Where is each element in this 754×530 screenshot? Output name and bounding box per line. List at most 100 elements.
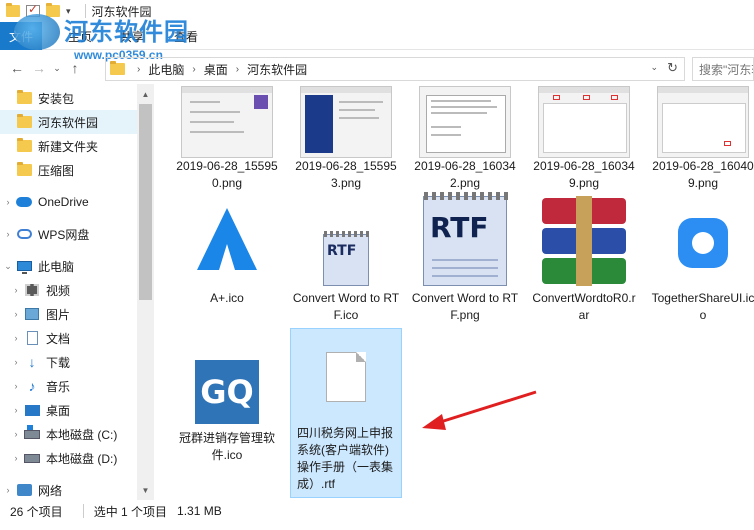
- sidebar-item-this-pc[interactable]: ⌄ 此电脑: [0, 254, 137, 278]
- file-item[interactable]: GQ 冠群进销存管理软件.ico: [171, 354, 283, 464]
- file-item[interactable]: 2019-06-28_155950.png: [171, 86, 283, 192]
- recent-locations-chevron-icon[interactable]: ⌄: [50, 57, 64, 79]
- expand-chevron-icon[interactable]: ›: [8, 453, 24, 463]
- scroll-up-icon[interactable]: ▲: [137, 86, 154, 102]
- sidebar-item-label: OneDrive: [38, 195, 89, 209]
- scroll-down-icon[interactable]: ▼: [137, 482, 154, 498]
- sidebar-item-label: 文档: [46, 331, 71, 346]
- file-item[interactable]: 2019-06-28_160409.png: [647, 86, 754, 192]
- sidebar-item-wps-cloud[interactable]: › WPS网盘: [0, 222, 137, 246]
- address-dropdown-chevron-icon[interactable]: ⌄: [650, 62, 658, 73]
- network-icon: [16, 483, 32, 497]
- file-item-selected[interactable]: 四川税务网上申报系统(客户端软件)操作手册（一表集成）.rtf: [290, 328, 402, 498]
- sidebar-item-onedrive[interactable]: › OneDrive: [0, 190, 137, 214]
- selection-size: 1.31 MB: [177, 504, 222, 518]
- file-item[interactable]: 2019-06-28_160342.png: [409, 86, 521, 192]
- sidebar-item-label: 下载: [46, 355, 71, 370]
- breadcrumb-current-folder[interactable]: 河东软件园: [247, 61, 307, 78]
- screenshot-thumbnail: [419, 86, 511, 158]
- expand-chevron-icon[interactable]: ›: [0, 485, 16, 495]
- file-name: 2019-06-28_155953.png: [295, 159, 397, 190]
- sidebar-item-drive-c[interactable]: › 本地磁盘 (C:): [0, 422, 137, 446]
- up-arrow-icon[interactable]: ↑: [64, 57, 86, 79]
- sidebar-item-label: 安装包: [38, 91, 75, 106]
- sidebar-item-pictures[interactable]: › 图片: [0, 302, 137, 326]
- sidebar-item-label: 河东软件园: [38, 115, 99, 130]
- breadcrumb-separator[interactable]: ›: [236, 64, 239, 75]
- file-item[interactable]: TogetherShareUI.ico: [647, 196, 754, 324]
- back-arrow-icon[interactable]: ←: [6, 57, 28, 79]
- folder-icon: [16, 90, 32, 105]
- file-item[interactable]: ConvertWordtoR0.rar: [528, 196, 640, 324]
- breadcrumb-separator[interactable]: ›: [192, 64, 195, 75]
- file-item[interactable]: RTF Convert Word to RTF.png: [409, 192, 521, 324]
- expand-chevron-icon[interactable]: ›: [8, 285, 24, 295]
- item-count: 26 个项目: [10, 504, 63, 519]
- togethershare-app-icon: [678, 218, 728, 268]
- watermark-title: 河东软件园: [64, 18, 189, 46]
- sidebar-item-downloads[interactable]: › ↓ 下载: [0, 350, 137, 374]
- expand-chevron-icon[interactable]: ›: [8, 357, 24, 367]
- sidebar-item-documents[interactable]: › 文档: [0, 326, 137, 350]
- file-name: A+.ico: [210, 291, 244, 305]
- gq-app-icon: GQ: [195, 360, 259, 424]
- sidebar-item-videos[interactable]: › 视频: [0, 278, 137, 302]
- status-separator: [82, 504, 84, 518]
- sidebar-item-music[interactable]: › ♪ 音乐: [0, 374, 137, 398]
- search-input[interactable]: 搜索"河东软件园": [692, 57, 754, 81]
- breadcrumb-separator[interactable]: ›: [137, 64, 140, 75]
- expand-chevron-icon[interactable]: ›: [8, 333, 24, 343]
- sidebar-item-label: 网络: [38, 483, 63, 498]
- sidebar-scrollbar[interactable]: ▲ ▼: [137, 84, 154, 500]
- breadcrumb-desktop[interactable]: 桌面: [204, 61, 228, 78]
- quick-access-folder-icon[interactable]: [6, 3, 20, 17]
- sidebar-item-label: 新建文件夹: [38, 139, 99, 154]
- sidebar-item-network[interactable]: › 网络: [0, 478, 137, 502]
- sidebar-item-label: 本地磁盘 (C:): [46, 427, 118, 442]
- address-bar[interactable]: › 此电脑 › 桌面 › 河东软件园 ⌄ ↻: [105, 57, 685, 81]
- expand-chevron-icon[interactable]: ›: [0, 197, 16, 207]
- scrollbar-thumb[interactable]: [139, 104, 152, 300]
- wps-cloud-icon: [16, 227, 32, 241]
- music-icon: ♪: [28, 378, 36, 394]
- video-icon: [24, 283, 40, 297]
- selection-count: 选中 1 个项目: [93, 504, 168, 519]
- file-item[interactable]: 2019-06-28_155953.png: [290, 86, 402, 192]
- expand-chevron-icon[interactable]: ›: [8, 405, 24, 415]
- sidebar-item-compressed-images[interactable]: 压缩图: [0, 158, 137, 182]
- file-item[interactable]: A+.ico: [171, 196, 283, 307]
- thumb-frame: GQ: [171, 354, 283, 430]
- screenshot-thumbnail: [538, 86, 630, 158]
- file-name: 冠群进销存管理软件.ico: [178, 431, 275, 462]
- rtf-notepad-icon: RTF: [323, 231, 370, 286]
- status-bar: 26 个项目 选中 1 个项目 1.31 MB: [0, 500, 754, 522]
- screenshot-thumbnail: [181, 86, 273, 158]
- file-item[interactable]: RTF Convert Word to RTF.ico: [290, 196, 402, 324]
- sidebar-item-label: 图片: [46, 307, 71, 322]
- watermark-logo-icon: [14, 14, 60, 50]
- download-icon: ↓: [28, 354, 36, 370]
- file-name: 2019-06-28_155950.png: [176, 159, 278, 190]
- file-list: 2019-06-28_155950.png 2019-06-28_155953.…: [155, 84, 754, 500]
- breadcrumb-this-pc[interactable]: 此电脑: [148, 61, 184, 78]
- forward-arrow-icon[interactable]: →: [28, 57, 50, 79]
- sidebar-item-label: 视频: [46, 283, 71, 298]
- refresh-icon[interactable]: ↻: [667, 60, 678, 76]
- collapse-chevron-icon[interactable]: ⌄: [0, 261, 16, 272]
- file-item[interactable]: 2019-06-28_160349.png: [528, 86, 640, 192]
- navigation-pane: 安装包 河东软件园 新建文件夹 压缩图 › OneDrive › WPS网盘 ⌄…: [0, 84, 154, 500]
- sidebar-item-install-packages[interactable]: 安装包: [0, 86, 137, 110]
- new-folder-icon[interactable]: [46, 3, 60, 17]
- thumb-frame: [291, 329, 401, 425]
- sidebar-item-drive-d[interactable]: › 本地磁盘 (D:): [0, 446, 137, 470]
- expand-chevron-icon[interactable]: ›: [8, 309, 24, 319]
- sidebar-item-desktop[interactable]: › 桌面: [0, 398, 137, 422]
- expand-chevron-icon[interactable]: ›: [8, 381, 24, 391]
- annotation-arrow-icon: [422, 390, 537, 430]
- file-name: TogetherShareUI.ico: [651, 291, 754, 322]
- sidebar-item-hedong[interactable]: 河东软件园: [0, 110, 137, 134]
- expand-chevron-icon[interactable]: ›: [0, 229, 16, 239]
- sidebar-item-new-folder[interactable]: 新建文件夹: [0, 134, 137, 158]
- winrar-archive-icon: [538, 196, 630, 286]
- expand-chevron-icon[interactable]: ›: [8, 429, 24, 439]
